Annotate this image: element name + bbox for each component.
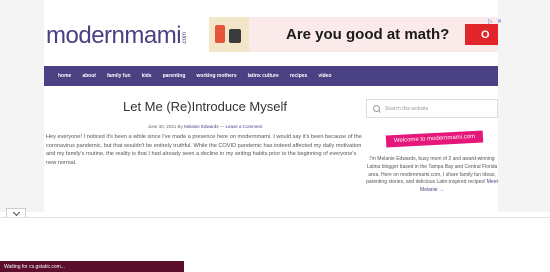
ad-cta-button[interactable]: O (465, 24, 498, 45)
ad-headline: Are you good at math? (286, 26, 450, 43)
search-input[interactable] (385, 105, 485, 112)
leave-comment-link[interactable]: Leave a Comment (226, 124, 263, 129)
ad-banner[interactable]: Are you good at math? O ▷ ✕ (209, 17, 502, 52)
nav-item-latinx-culture[interactable]: latinx culture (248, 73, 279, 79)
chevron-down-icon (12, 208, 20, 217)
article-meta: June 30, 2021 By Melanie Edwards — Leave… (44, 124, 366, 129)
ad-figure (215, 25, 225, 43)
nav-item-kids[interactable]: kids (142, 73, 152, 79)
article-author-link[interactable]: Melanie Edwards (184, 124, 219, 129)
sticky-bar-divider (0, 217, 550, 218)
left-page-gutter (0, 0, 44, 212)
article-body: Hey everyone! I noticed it's been a whil… (46, 134, 362, 166)
nav-item-parenting[interactable]: parenting (163, 73, 186, 79)
browser-status-bar: Waiting for cs.gstatic.com... (0, 261, 184, 272)
article-title[interactable]: Let Me (Re)Introduce Myself (44, 99, 366, 114)
nav-item-video[interactable]: video (318, 73, 331, 79)
nav-item-recipes[interactable]: recipes (290, 73, 308, 79)
ad-info-icon[interactable]: ▷ (488, 18, 493, 25)
article-date: June 30, 2021 By (147, 124, 183, 129)
logo-suffix: .com (182, 31, 189, 45)
nav-item-working-mothers[interactable]: working mothers (196, 73, 236, 79)
right-page-gutter (498, 0, 550, 212)
logo-text: modernmami (46, 22, 182, 49)
author-bio: I'm Melanie Edwards, busy mom of 2 and a… (366, 156, 498, 195)
bio-text: I'm Melanie Edwards, busy mom of 2 and a… (366, 156, 498, 186)
ad-close-icon[interactable]: ✕ (497, 18, 502, 25)
ad-image (209, 17, 249, 52)
nav-item-home[interactable]: home (58, 73, 71, 79)
nav-item-family-fun[interactable]: family fun (107, 73, 131, 79)
meta-separator: — (218, 124, 226, 129)
sidebar-search (366, 99, 498, 118)
welcome-badge: Welcome to modernmami.com (385, 130, 484, 148)
main-navigation: home about family fun kids parenting wor… (44, 66, 498, 86)
nav-item-about[interactable]: about (82, 73, 96, 79)
ad-figure (229, 29, 241, 43)
search-icon (373, 105, 380, 112)
site-logo[interactable]: modernmami .com (46, 22, 188, 48)
browser-viewport: modernmami .com Are you good at math? O … (0, 0, 550, 272)
